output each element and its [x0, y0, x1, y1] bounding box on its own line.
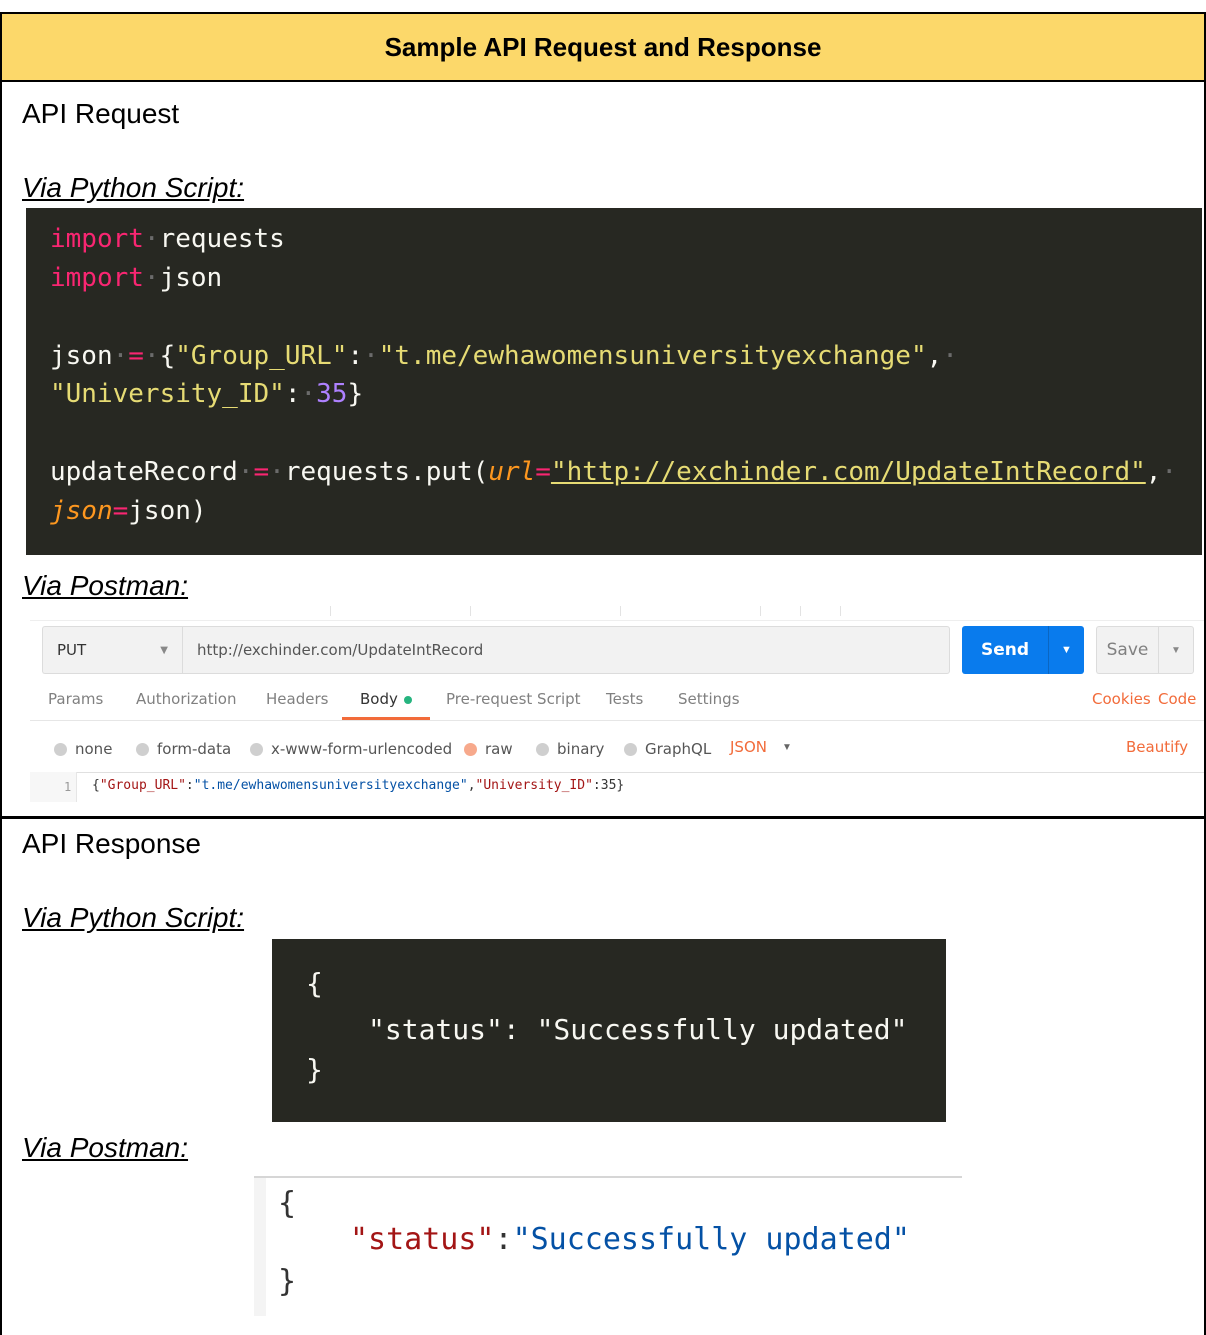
response-python-output: { "status": "Successfully updated" } [272, 939, 946, 1122]
postman-close-brace: } [278, 1264, 297, 1299]
postman-tab-strip [30, 606, 1204, 621]
chevron-down-icon[interactable]: ▼ [782, 742, 792, 753]
tab-tests[interactable]: Tests [606, 690, 643, 708]
radio-icon [536, 742, 549, 756]
code-line-4: "University_ID":·35} [50, 379, 364, 409]
code-line-2: import·json [50, 263, 223, 293]
radio-raw[interactable]: raw [464, 740, 513, 758]
tab-body-label: Body [360, 690, 398, 708]
code-link[interactable]: Code [1158, 690, 1196, 708]
document-table: Sample API Request and Response API Requ… [0, 12, 1206, 1335]
table-header: Sample API Request and Response [2, 14, 1204, 82]
body-format-select[interactable]: JSON [730, 738, 767, 756]
output-open-brace: { [306, 967, 323, 1000]
tab-body[interactable]: Body [360, 690, 412, 708]
body-mode-options: none form-data x-www-form-urlencoded raw… [30, 720, 1204, 773]
response-python-label: Via Python Script: [22, 902, 245, 933]
line-number: 1 [64, 780, 72, 794]
radio-none[interactable]: none [54, 740, 112, 758]
method-label: PUT [57, 641, 87, 659]
radio-selected-icon [464, 742, 477, 756]
request-tabs: Params Authorization Headers Body Pre-re… [30, 680, 1204, 721]
body-code-line: {"Group_URL":"t.me/ewhawomensuniversitye… [92, 778, 625, 793]
row-divider [2, 816, 1204, 819]
active-dot-icon [403, 695, 412, 704]
tab-authorization[interactable]: Authorization [136, 690, 236, 708]
request-python-code: import·requests import·json json·=·{"Gro… [26, 208, 1202, 555]
request-heading: API Request [22, 98, 180, 129]
url-input[interactable]: http://exchinder.com/UpdateIntRecord [182, 626, 950, 674]
postman-open-brace: { [278, 1186, 297, 1221]
panel-border [254, 1176, 962, 1178]
beautify-link[interactable]: Beautify [1126, 738, 1188, 756]
code-line-3: json·=·{"Group_URL":·"t.me/ewhawomensuni… [50, 341, 958, 371]
postman-status-line: "status":"Successfully updated" [350, 1222, 910, 1257]
tab-pre-request-script[interactable]: Pre-request Script [446, 690, 581, 708]
radio-x-www-form-urlencoded[interactable]: x-www-form-urlencoded [250, 740, 452, 758]
table-title: Sample API Request and Response [384, 31, 822, 62]
radio-form-data[interactable]: form-data [136, 740, 231, 758]
save-button[interactable]: Save [1096, 626, 1158, 674]
tab-settings[interactable]: Settings [678, 690, 740, 708]
request-postman-label: Via Postman: [22, 570, 189, 601]
method-select[interactable]: PUT ▼ [42, 626, 182, 674]
output-close-brace: } [306, 1053, 323, 1086]
request-python-label: Via Python Script: [22, 172, 245, 203]
tab-params[interactable]: Params [48, 690, 103, 708]
radio-icon [136, 742, 149, 756]
body-editor[interactable]: 1 {"Group_URL":"t.me/ewhawomensuniversit… [30, 772, 1204, 802]
save-options-chevron-icon[interactable]: ▼ [1158, 626, 1194, 674]
send-options-chevron-icon[interactable]: ▼ [1048, 626, 1084, 674]
code-line-1: import·requests [50, 224, 285, 254]
code-line-5: updateRecord·=·requests.put(url="http://… [50, 457, 1178, 487]
response-heading: API Response [22, 828, 201, 859]
radio-icon [54, 742, 67, 756]
radio-icon [624, 742, 637, 756]
code-line-6: json=json) [50, 496, 207, 526]
radio-icon [250, 742, 263, 756]
cookies-link[interactable]: Cookies [1092, 690, 1151, 708]
editor-gutter [254, 1178, 266, 1316]
chevron-down-icon: ▼ [160, 645, 168, 656]
radio-graphql[interactable]: GraphQL [624, 740, 711, 758]
tab-headers[interactable]: Headers [266, 690, 328, 708]
radio-binary[interactable]: binary [536, 740, 604, 758]
postman-request-panel: PUT ▼ http://exchinder.com/UpdateIntReco… [30, 606, 1204, 802]
send-button[interactable]: Send [962, 626, 1048, 674]
response-postman-label: Via Postman: [22, 1132, 189, 1163]
response-postman-output: { "status":"Successfully updated" } [254, 1176, 962, 1316]
output-status-line: "status": "Successfully updated" [368, 1013, 908, 1046]
